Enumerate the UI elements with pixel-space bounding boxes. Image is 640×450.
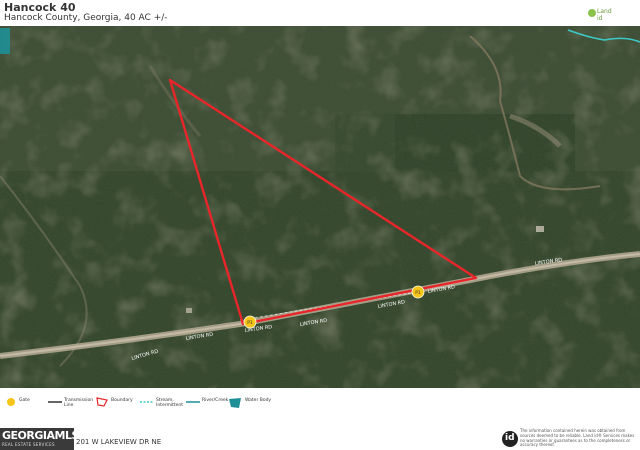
canopy-grain (0, 26, 640, 388)
legend-label-river-creek: River/Creek (202, 398, 229, 403)
land-id-logo: Land id (588, 8, 612, 22)
transmission-line-icon (48, 401, 62, 403)
aerial-map[interactable]: LINTON RD LINTON RD LINTON RD LINTON RD … (0, 26, 640, 388)
map-footer: GEORGIAMLS REAL ESTATE SERVICES 201 W LA… (0, 416, 640, 450)
legend-label-gate: Gate (19, 398, 30, 403)
map-header: Hancock 40 Hancock County, Georgia, 40 A… (0, 0, 640, 26)
georgia-mls-logo-sub: REAL ESTATE SERVICES (2, 442, 55, 447)
map-canvas: LINTON RD LINTON RD LINTON RD LINTON RD … (0, 26, 640, 388)
land-id-logo-mark-icon (588, 9, 596, 17)
structure-west (186, 308, 192, 313)
stream-intermittent-icon (140, 401, 154, 403)
water-body-icon (229, 398, 241, 408)
gate-label-west: P1 (247, 320, 253, 326)
disclaimer-text: The information contained herein was obt… (520, 428, 635, 448)
land-id-badge: id (502, 431, 518, 447)
legend-label-transmission-line: Transmission Line (64, 398, 94, 408)
boundary-icon (96, 397, 108, 407)
gate-label-east: P1 (415, 290, 421, 296)
map-legend: Gate Transmission Line Boundary Stream, … (0, 388, 640, 416)
land-id-logo-text: Land id (597, 8, 612, 22)
gate-marker-east[interactable]: P1 (411, 285, 425, 299)
georgia-mls-logo-name: GEORGIAMLS (2, 429, 79, 442)
legend-label-boundary: Boundary (111, 398, 133, 403)
legend-label-water-body: Water Body (245, 398, 272, 403)
gate-icon (7, 398, 15, 406)
property-address: 201 W LAKEVIEW DR NE (76, 438, 162, 446)
structure-east (536, 226, 544, 232)
water-body-west (0, 28, 10, 54)
georgia-mls-logo: GEORGIAMLS REAL ESTATE SERVICES (0, 428, 79, 450)
river-creek-icon (186, 401, 200, 403)
page-subtitle: Hancock County, Georgia, 40 AC +/- (4, 13, 168, 23)
land-id-badge-text: id (505, 433, 515, 443)
gate-marker-west[interactable]: P1 (243, 315, 257, 329)
